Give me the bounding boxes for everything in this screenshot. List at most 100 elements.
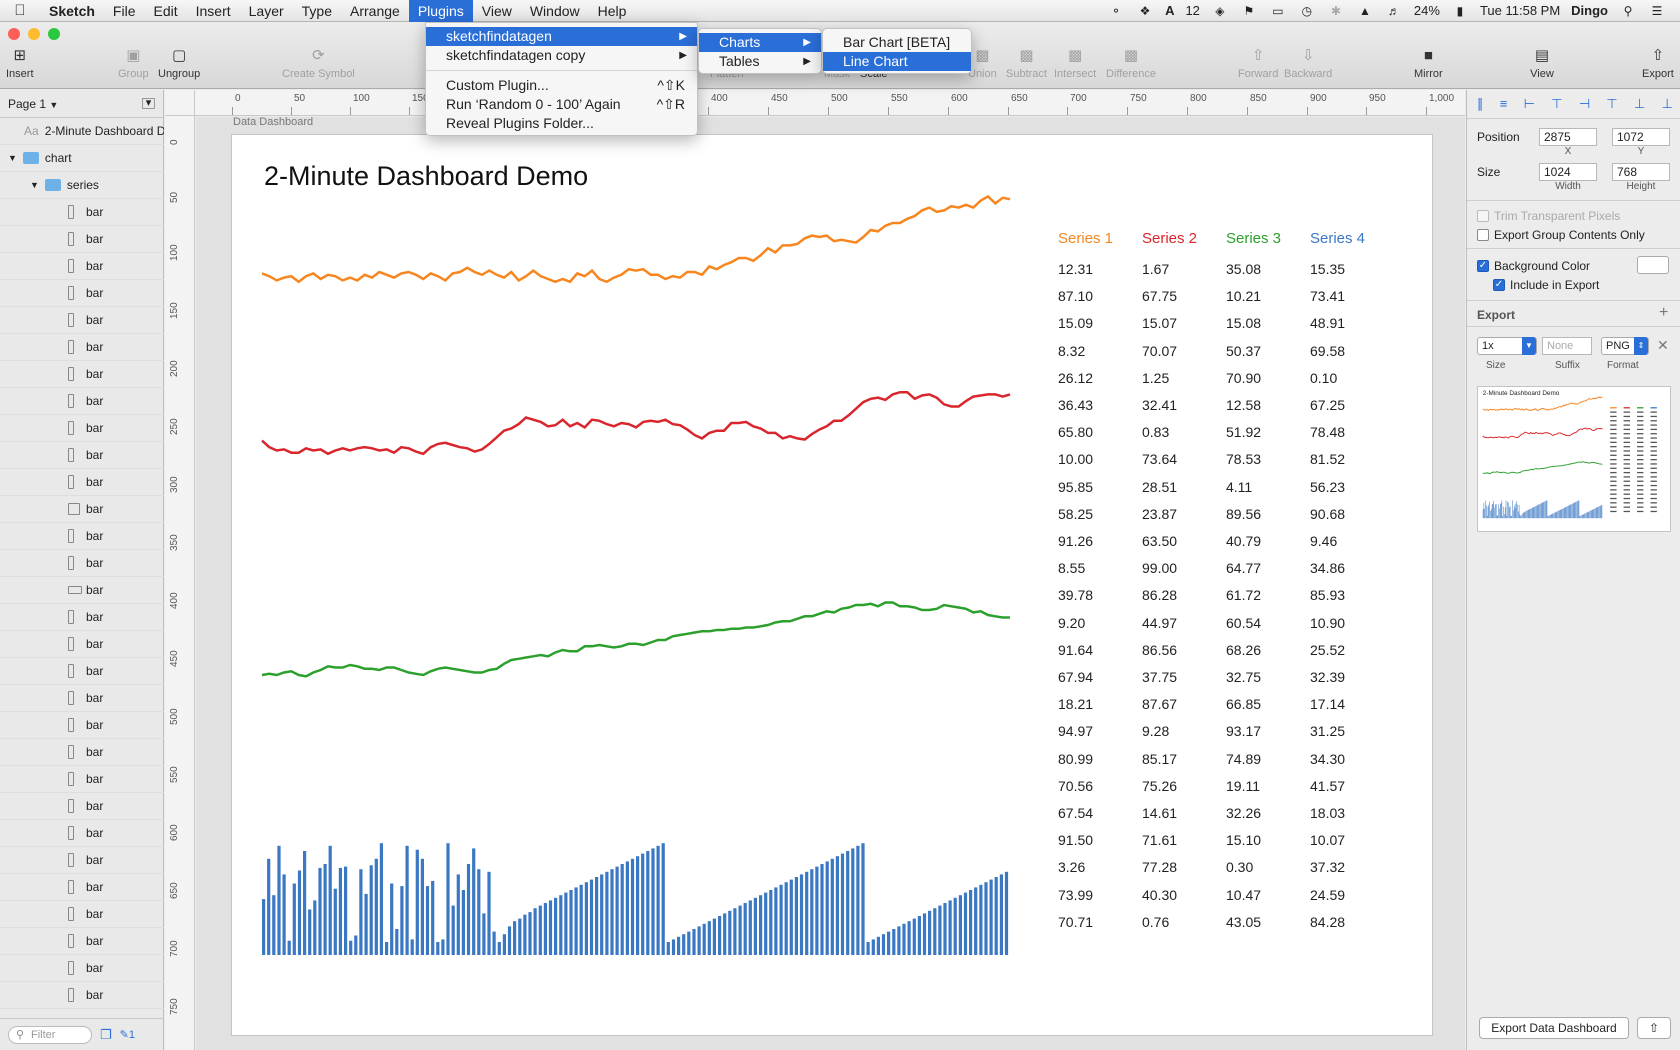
bar[interactable] (308, 909, 312, 956)
bar[interactable] (610, 869, 614, 955)
bar[interactable] (1489, 501, 1490, 519)
difference-button[interactable]: ▩ Difference (1106, 46, 1156, 80)
bar[interactable] (456, 874, 460, 955)
bar[interactable] (692, 929, 696, 955)
height-field[interactable]: 768 (1612, 163, 1670, 181)
insert-button[interactable]: ⊞ Insert (6, 46, 34, 80)
bar[interactable] (1503, 506, 1504, 519)
bar[interactable] (969, 890, 973, 955)
bar[interactable] (1601, 504, 1603, 519)
bar[interactable] (1502, 516, 1503, 519)
bar[interactable] (533, 908, 537, 955)
bar[interactable] (466, 864, 471, 955)
bar[interactable] (487, 871, 491, 955)
bar[interactable] (999, 874, 1003, 955)
bar[interactable] (922, 913, 927, 955)
bar[interactable] (1527, 510, 1528, 519)
bar[interactable] (1529, 509, 1531, 519)
bar[interactable] (912, 918, 916, 955)
bar[interactable] (1497, 515, 1499, 519)
bar[interactable] (344, 866, 348, 955)
menu-item-reveal-plugins-folder[interactable]: Reveal Plugins Folder... (426, 114, 697, 133)
menu-edit[interactable]: Edit (144, 0, 186, 22)
bar[interactable] (1490, 509, 1492, 519)
bar[interactable] (1594, 508, 1595, 519)
bar[interactable] (436, 942, 440, 955)
series-1-line[interactable] (261, 194, 1011, 284)
bar[interactable] (554, 897, 558, 955)
menu-item-charts[interactable]: Charts ▶ (699, 33, 821, 52)
bar[interactable] (1567, 506, 1568, 519)
layer-bar[interactable]: bar (0, 874, 164, 901)
bar[interactable] (1588, 511, 1590, 519)
bar[interactable] (1591, 510, 1592, 519)
bar[interactable] (799, 874, 804, 955)
bar[interactable] (1518, 511, 1519, 519)
bar[interactable] (779, 884, 783, 955)
bar[interactable] (1532, 507, 1534, 519)
layer-bar[interactable]: bar (0, 388, 164, 415)
bar[interactable] (1508, 502, 1509, 519)
bar[interactable] (1510, 516, 1512, 519)
bar[interactable] (1598, 506, 1599, 519)
bar[interactable] (323, 864, 327, 955)
bar[interactable] (513, 921, 517, 955)
bar[interactable] (400, 886, 404, 955)
bar[interactable] (769, 890, 773, 955)
bar[interactable] (784, 882, 788, 955)
bar[interactable] (502, 934, 506, 955)
bar[interactable] (1575, 501, 1576, 519)
bar[interactable] (1525, 511, 1526, 519)
series-1-line[interactable] (1482, 396, 1603, 412)
layer-bar[interactable]: bar (0, 658, 164, 685)
bar[interactable] (1511, 515, 1512, 519)
bar[interactable] (303, 851, 307, 955)
bar[interactable] (805, 871, 809, 955)
bar[interactable] (953, 897, 957, 955)
bar[interactable] (477, 869, 481, 955)
bar[interactable] (943, 903, 947, 955)
align-top-icon[interactable]: ⊤ (1606, 96, 1617, 116)
bar[interactable] (1550, 514, 1552, 519)
bar[interactable] (1580, 515, 1581, 519)
bar[interactable] (656, 845, 660, 955)
bar[interactable] (1506, 515, 1508, 519)
bar[interactable] (1577, 501, 1578, 519)
bar[interactable] (728, 910, 732, 955)
bar[interactable] (963, 892, 968, 955)
layer-bar[interactable]: bar (0, 361, 164, 388)
bar[interactable] (605, 871, 609, 955)
bar[interactable] (1518, 504, 1520, 519)
forward-button[interactable]: ⇧ Forward (1238, 46, 1278, 80)
bar[interactable] (595, 877, 599, 955)
layer-bar[interactable]: bar (0, 199, 164, 226)
layer-bar[interactable]: bar (0, 550, 164, 577)
collapse-panel-icon[interactable]: ▾ (142, 98, 155, 109)
menu-item-sketchfindatagen[interactable]: sketchfindatagen ▶ (426, 27, 697, 46)
layer-group-chart[interactable]: ▼ chart (0, 145, 164, 172)
bar[interactable] (1540, 503, 1541, 519)
bar[interactable] (1586, 512, 1588, 519)
series-2-line[interactable] (1482, 427, 1603, 439)
bar[interactable] (559, 895, 563, 955)
menu-item-custom-plugin[interactable]: Custom Plugin... ^⇧K (426, 76, 697, 95)
bar[interactable] (723, 913, 727, 955)
bar[interactable] (1536, 505, 1537, 519)
bar[interactable] (507, 926, 512, 955)
bar[interactable] (1491, 504, 1493, 519)
bar[interactable] (472, 848, 476, 955)
bar[interactable] (1504, 507, 1506, 519)
bar[interactable] (282, 874, 286, 955)
export-artboard-button[interactable]: Export Data Dashboard (1479, 1017, 1629, 1039)
layer-bar[interactable]: bar (0, 280, 164, 307)
export-format-select[interactable]: PNG ⇕ (1601, 337, 1649, 355)
layer-bar[interactable]: bar (0, 631, 164, 658)
bar[interactable] (1578, 500, 1580, 519)
bar[interactable] (349, 940, 353, 955)
menu-window[interactable]: Window (521, 0, 589, 22)
bar[interactable] (666, 942, 670, 955)
bar[interactable] (1550, 514, 1551, 519)
bar[interactable] (1531, 507, 1533, 519)
bar[interactable] (1498, 504, 1499, 519)
bar[interactable] (1507, 501, 1508, 519)
